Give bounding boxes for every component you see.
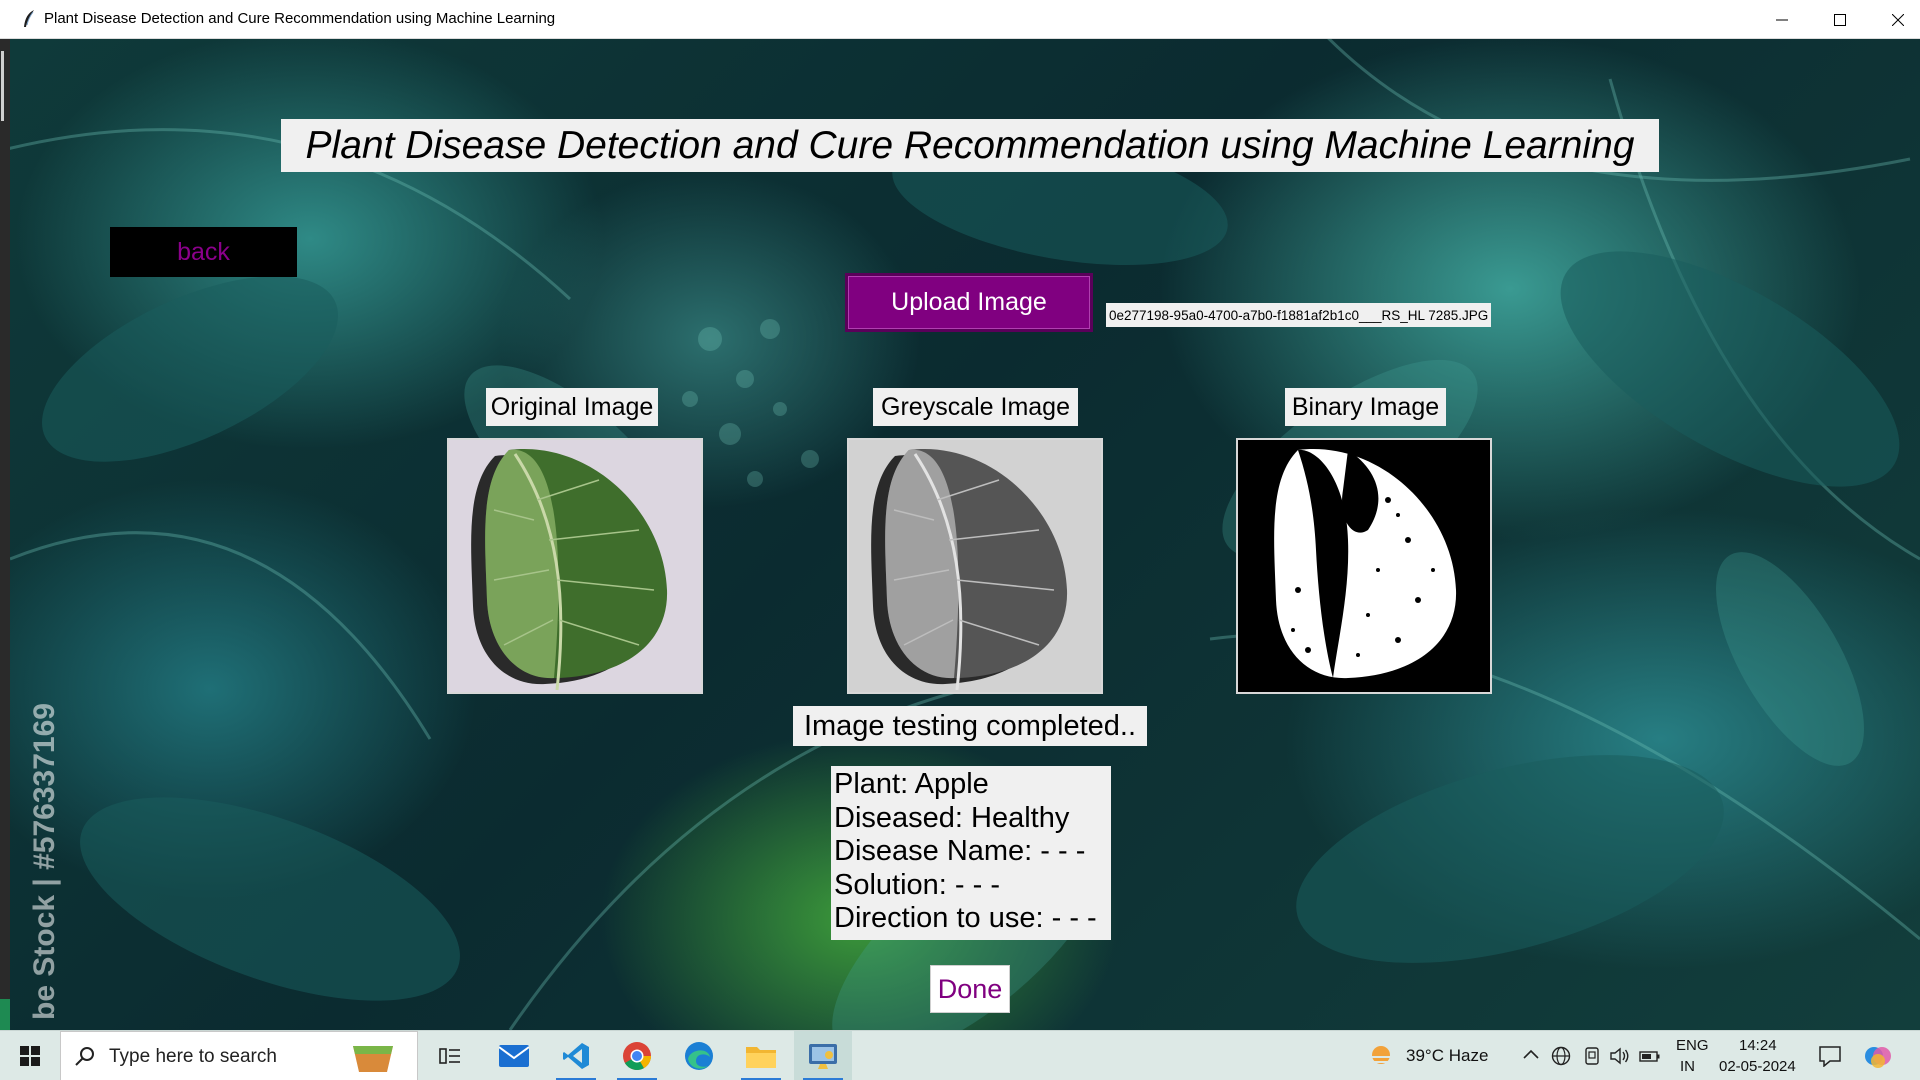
window-titlebar: Plant Disease Detection and Cure Recomme… [0,0,1920,39]
taskbar-vscode[interactable] [547,1031,605,1080]
maximize-button[interactable] [1811,0,1869,39]
page-title: Plant Disease Detection and Cure Recomme… [281,119,1659,172]
uploaded-file-name: 0e277198-95a0-4700-a7b0-f1881af2b1c0___R… [1106,303,1492,327]
scroll-thumb[interactable] [1,51,4,121]
vscode-icon [563,1043,589,1069]
mail-icon [499,1045,529,1067]
clock-time[interactable]: 14:24 [1739,1037,1777,1054]
leaf-greyscale-picture [849,440,1101,692]
clock-date[interactable]: 02-05-2024 [1719,1058,1796,1075]
result-plant: Plant: Apple [834,768,989,800]
binary-image [1236,438,1492,694]
result-panel: Plant: Apple Diseased: Healthy Disease N… [831,766,1111,940]
speaker-icon[interactable] [1609,1046,1631,1066]
start-button[interactable] [0,1031,60,1080]
task-view-icon [439,1048,460,1064]
search-placeholder: Type here to search [109,1046,277,1067]
result-solution: Solution: - - - [834,868,1000,901]
result-diseased: Diseased: Healthy [834,801,1070,834]
feather-icon [24,10,34,27]
weather-text[interactable]: 39°C Haze [1406,1046,1488,1066]
result-disease-name: Disease Name: - - - [834,835,1086,868]
minimize-button[interactable] [1753,0,1811,39]
greyscale-image [847,438,1103,694]
result-direction: Direction to use: - - - [834,902,1097,935]
stock-watermark: be Stock | #576337169 [28,703,61,1020]
language-indicator[interactable]: ENG [1676,1037,1709,1054]
greyscale-image-label: Greyscale Image [873,388,1078,426]
original-image-label: Original Image [486,388,658,426]
taskbar-search-box[interactable]: Type here to search [60,1031,418,1080]
search-highlight-icon [353,1046,393,1072]
windows-icon [20,1046,40,1066]
notification-icon[interactable] [1818,1045,1842,1067]
task-view-button[interactable] [421,1031,479,1080]
edge-icon [685,1042,713,1070]
weather-icon[interactable] [1367,1043,1395,1069]
maximize-icon [1834,13,1846,26]
taskbar-mail[interactable] [485,1031,543,1080]
taskbar-chrome[interactable] [608,1031,666,1080]
close-icon [1892,13,1904,26]
back-button[interactable]: back [110,227,297,277]
window-title: Plant Disease Detection and Cure Recomme… [44,10,556,27]
status-message: Image testing completed.. [793,706,1147,746]
file-explorer-icon [746,1047,776,1068]
chevron-up-icon[interactable] [1522,1046,1540,1064]
chrome-icon [623,1042,651,1070]
python-app-icon [809,1044,837,1069]
taskbar-file-explorer[interactable] [732,1031,790,1080]
copilot-icon[interactable] [1864,1044,1892,1070]
window-left-edge [0,39,10,1069]
search-icon [75,1047,94,1066]
binary-image-label: Binary Image [1285,388,1446,426]
taskbar-python-app[interactable] [794,1031,852,1080]
done-button[interactable]: Done [930,965,1010,1013]
leaf-color-picture [449,440,701,692]
battery-icon[interactable] [1639,1046,1661,1066]
close-button[interactable] [1869,0,1920,39]
region-indicator[interactable]: IN [1680,1058,1695,1075]
taskbar-edge[interactable] [670,1031,728,1080]
minimize-icon [1776,19,1788,20]
original-image [447,438,703,694]
leaf-binary-picture [1238,440,1490,692]
upload-image-button[interactable]: Upload Image [845,273,1093,332]
device-icon[interactable] [1583,1046,1601,1066]
taskbar: Type here to search 39°C Haze ENG IN 14:… [0,1030,1920,1080]
globe-icon[interactable] [1551,1046,1571,1066]
